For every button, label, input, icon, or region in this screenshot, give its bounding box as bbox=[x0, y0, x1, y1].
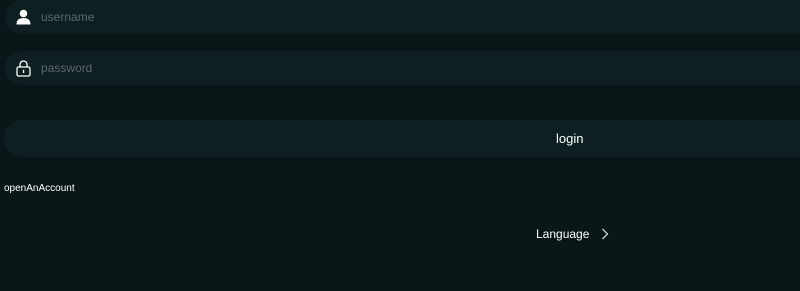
language-label: Language bbox=[536, 227, 590, 241]
login-button[interactable]: login bbox=[4, 120, 800, 157]
login-label: login bbox=[556, 131, 584, 146]
language-selector[interactable]: Language bbox=[536, 227, 611, 241]
username-field[interactable] bbox=[5, 0, 800, 34]
chevron-right-icon bbox=[601, 228, 611, 240]
username-input[interactable] bbox=[41, 10, 741, 24]
password-field[interactable] bbox=[5, 51, 800, 85]
user-icon bbox=[15, 8, 31, 26]
lock-icon bbox=[15, 59, 31, 77]
password-input[interactable] bbox=[41, 61, 741, 75]
open-account-link[interactable]: openAnAccount bbox=[4, 183, 75, 194]
